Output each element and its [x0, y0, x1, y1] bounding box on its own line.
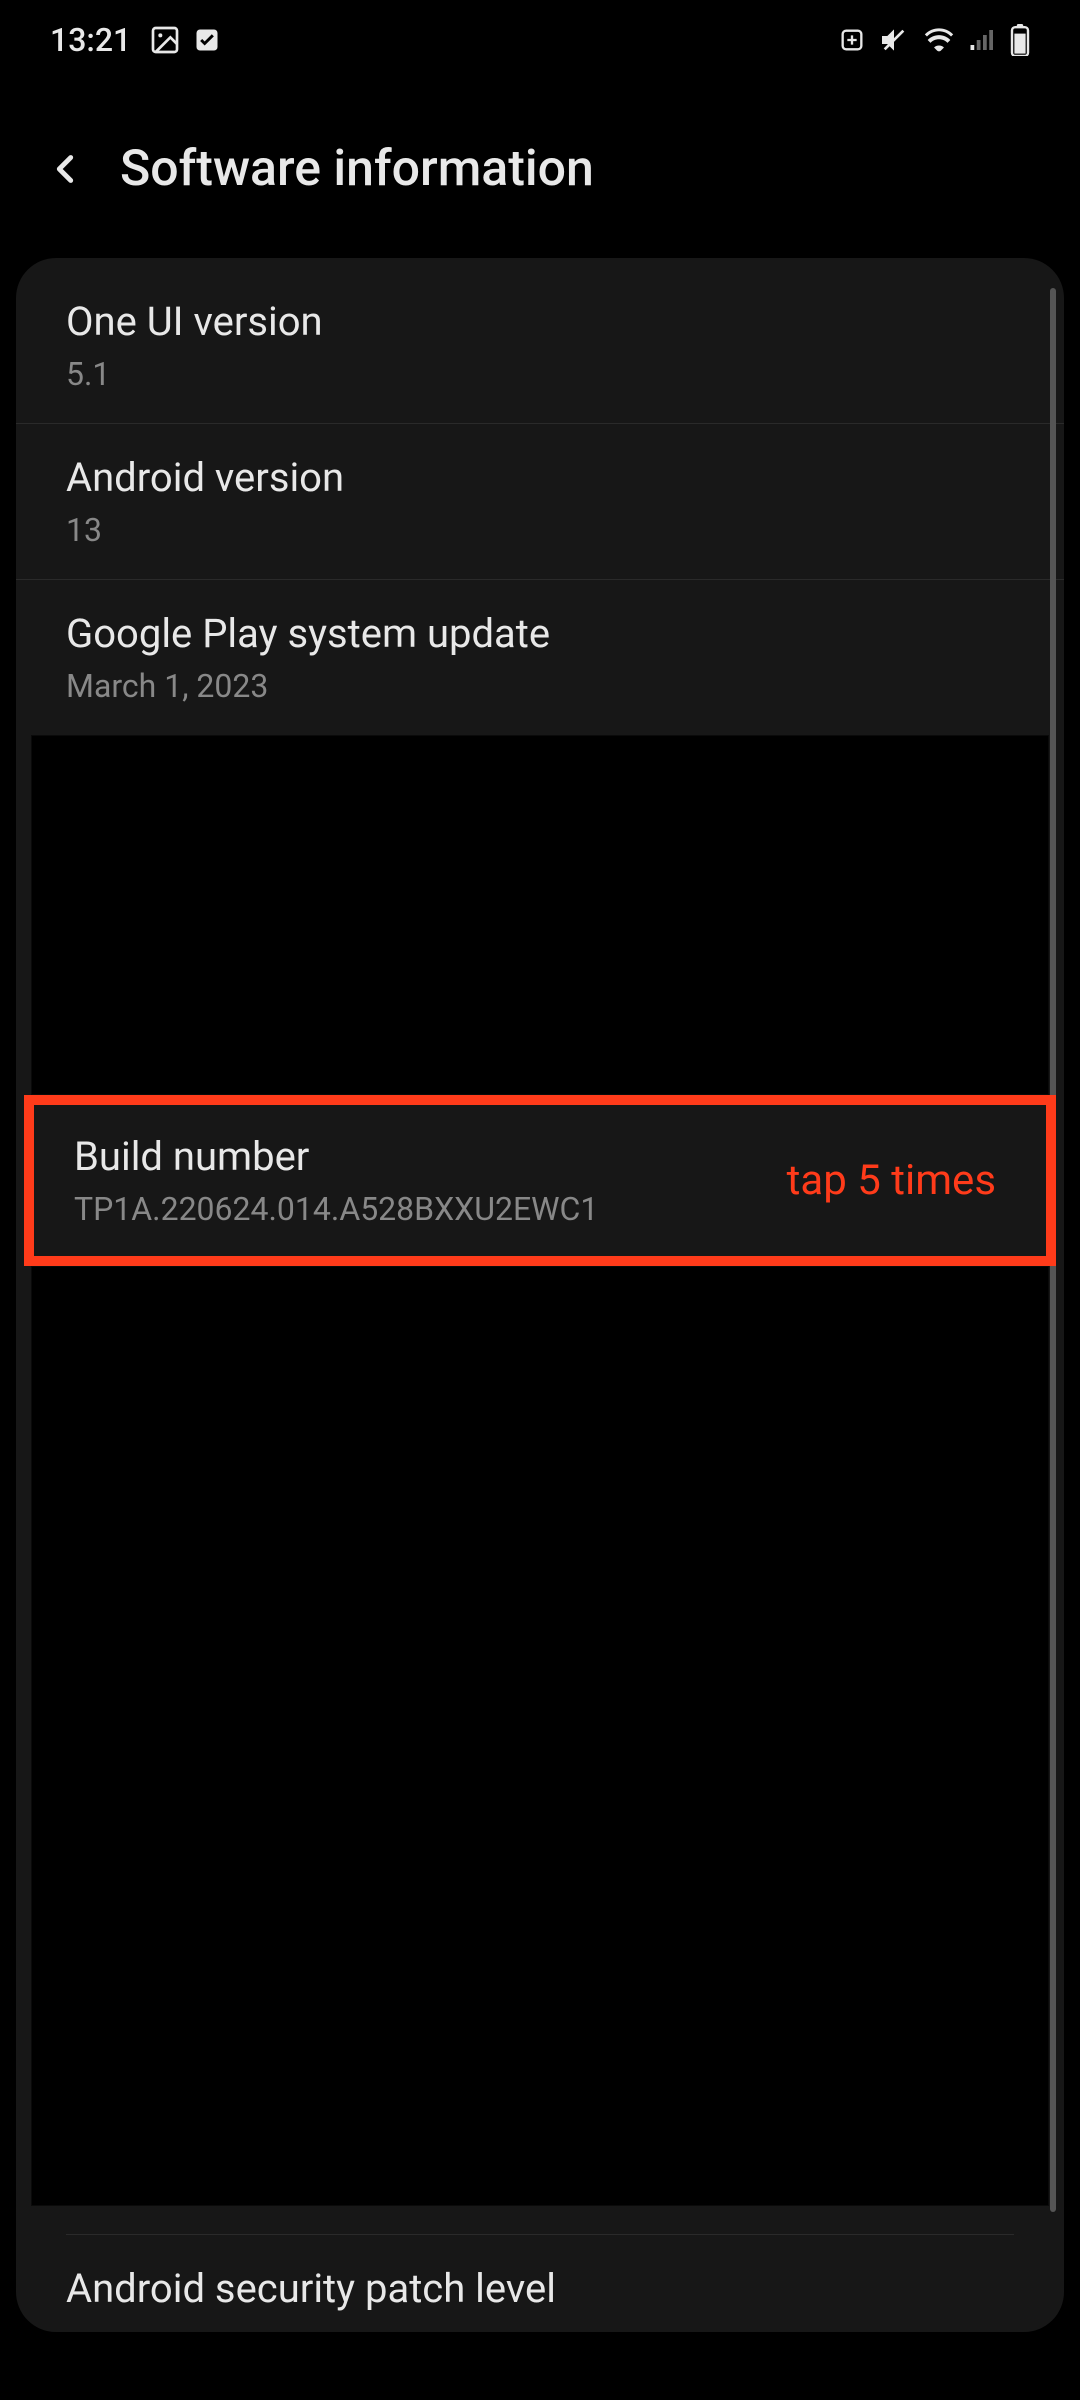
item-value: March 1, 2023	[66, 667, 1014, 705]
list-item-gplay[interactable]: Google Play system update March 1, 2023	[16, 580, 1064, 735]
page-title: Software information	[120, 140, 594, 198]
content-panel: One UI version 5.1 Android version 13 Go…	[16, 258, 1064, 2332]
checkbox-icon	[193, 26, 221, 54]
item-value: TP1A.220624.014.A528BXXU2EWC1	[74, 1190, 787, 1228]
header: Software information	[0, 80, 1080, 258]
list-item-one-ui[interactable]: One UI version 5.1	[16, 268, 1064, 424]
redacted-panel	[31, 735, 1049, 1095]
item-title: Build number	[74, 1133, 787, 1180]
item-title: Google Play system update	[66, 610, 1014, 657]
list-item-security[interactable]: Android security patch level	[16, 2235, 1064, 2312]
status-left: 13:21	[50, 21, 221, 59]
status-icons-left	[149, 24, 221, 56]
item-title: One UI version	[66, 298, 1014, 345]
list-item-android[interactable]: Android version 13	[16, 424, 1064, 580]
status-time: 13:21	[50, 21, 131, 59]
list-item-build[interactable]: Build number TP1A.220624.014.A528BXXU2EW…	[24, 1095, 1056, 1266]
build-left: Build number TP1A.220624.014.A528BXXU2EW…	[74, 1133, 787, 1228]
item-title: Android security patch level	[66, 2265, 1014, 2312]
data-saver-icon	[838, 26, 866, 54]
item-value: 5.1	[66, 355, 1014, 393]
item-title: Android version	[66, 454, 1014, 501]
back-button[interactable]	[40, 144, 90, 194]
signal-icon	[968, 25, 998, 55]
redacted-panel	[31, 1266, 1049, 2206]
chevron-left-icon	[42, 146, 88, 192]
battery-icon	[1010, 24, 1030, 56]
status-right	[838, 23, 1030, 57]
annotation-text: tap 5 times	[787, 1156, 996, 1205]
item-value: 13	[66, 511, 1014, 549]
image-icon	[149, 24, 181, 56]
status-bar: 13:21	[0, 0, 1080, 80]
mute-icon	[878, 24, 910, 56]
wifi-icon	[922, 23, 956, 57]
